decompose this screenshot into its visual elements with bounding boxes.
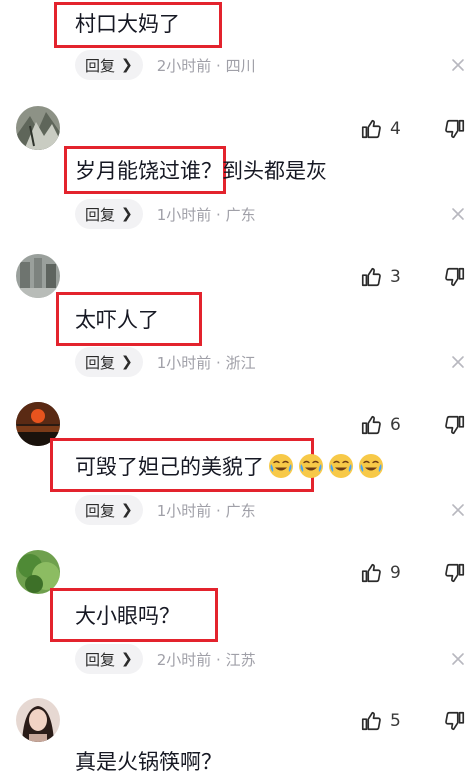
comment-text: 真是火锅筷啊？	[75, 750, 222, 774]
comment-time-location: 1小时前 · 广东	[156, 205, 256, 224]
like-button[interactable]: 9	[360, 560, 402, 586]
thumbs-up-icon	[360, 562, 382, 584]
thumbs-down-icon[interactable]	[444, 562, 466, 584]
crying-laughing-emoji-icon	[268, 453, 294, 479]
reply-label: 回复	[85, 353, 116, 372]
thumbs-up-icon	[360, 414, 382, 436]
thumbs-up-icon	[360, 118, 382, 140]
close-icon[interactable]	[450, 206, 466, 222]
comment-meta: 回复 ❯ 2小时前 · 江苏	[75, 644, 256, 674]
comment-text: 岁月能饶过谁？到头都是灰	[75, 159, 327, 183]
reply-label: 回复	[85, 650, 116, 669]
thumbs-up-icon	[360, 266, 382, 288]
like-count: 5	[390, 711, 401, 731]
comment-meta: 回复 ❯ 1小时前 · 广东	[75, 495, 256, 525]
chevron-right-icon: ❯	[121, 57, 133, 73]
thumbs-down-icon[interactable]	[444, 118, 466, 140]
reply-button[interactable]: 回复 ❯	[75, 50, 143, 80]
avatar[interactable]	[16, 254, 60, 298]
comment-text: 大小眼吗？	[75, 604, 180, 628]
chevron-right-icon: ❯	[121, 206, 133, 222]
thumbs-up-icon	[360, 710, 382, 732]
reply-button[interactable]: 回复 ❯	[75, 199, 143, 229]
thumbs-down-icon[interactable]	[444, 414, 466, 436]
close-icon[interactable]	[450, 651, 466, 667]
reply-button[interactable]: 回复 ❯	[75, 347, 143, 377]
comment-text: 村口大妈了	[75, 12, 180, 36]
like-count: 3	[390, 267, 401, 287]
comment-meta: 回复 ❯ 1小时前 · 广东	[75, 199, 256, 229]
close-icon[interactable]	[450, 502, 466, 518]
reply-label: 回复	[85, 205, 116, 224]
reply-button[interactable]: 回复 ❯	[75, 495, 143, 525]
reply-label: 回复	[85, 56, 116, 75]
avatar[interactable]	[16, 698, 60, 742]
comment-text: 可毁了妲己的美貌了	[75, 453, 384, 481]
like-button[interactable]: 4	[360, 116, 402, 142]
like-count: 9	[390, 563, 401, 583]
chevron-right-icon: ❯	[121, 354, 133, 370]
thumbs-down-icon[interactable]	[444, 710, 466, 732]
reply-label: 回复	[85, 501, 116, 520]
comment-time-location: 1小时前 · 广东	[156, 501, 256, 520]
comment-time-location: 2小时前 · 四川	[156, 56, 256, 75]
chevron-right-icon: ❯	[121, 502, 133, 518]
like-button[interactable]: 6	[360, 412, 402, 438]
chevron-right-icon: ❯	[121, 651, 133, 667]
like-count: 4	[390, 119, 401, 139]
comment-text-body: 可毁了妲己的美貌了	[75, 455, 264, 479]
thumbs-down-icon[interactable]	[444, 266, 466, 288]
close-icon[interactable]	[450, 57, 466, 73]
crying-laughing-emoji-icon	[328, 453, 354, 479]
comment-time-location: 2小时前 · 江苏	[156, 650, 256, 669]
comment-time-location: 1小时前 · 浙江	[156, 353, 256, 372]
comment-meta: 回复 ❯ 1小时前 · 浙江	[75, 347, 256, 377]
comment-meta: 回复 ❯ 2小时前 · 四川	[75, 50, 256, 80]
like-count: 6	[390, 415, 401, 435]
crying-laughing-emoji-icon	[358, 453, 384, 479]
close-icon[interactable]	[450, 354, 466, 370]
crying-laughing-emoji-icon	[298, 453, 324, 479]
reply-button[interactable]: 回复 ❯	[75, 644, 143, 674]
comment-text: 太吓人了	[75, 308, 159, 332]
avatar[interactable]	[16, 106, 60, 150]
like-button[interactable]: 3	[360, 264, 402, 290]
like-button[interactable]: 5	[360, 708, 402, 734]
